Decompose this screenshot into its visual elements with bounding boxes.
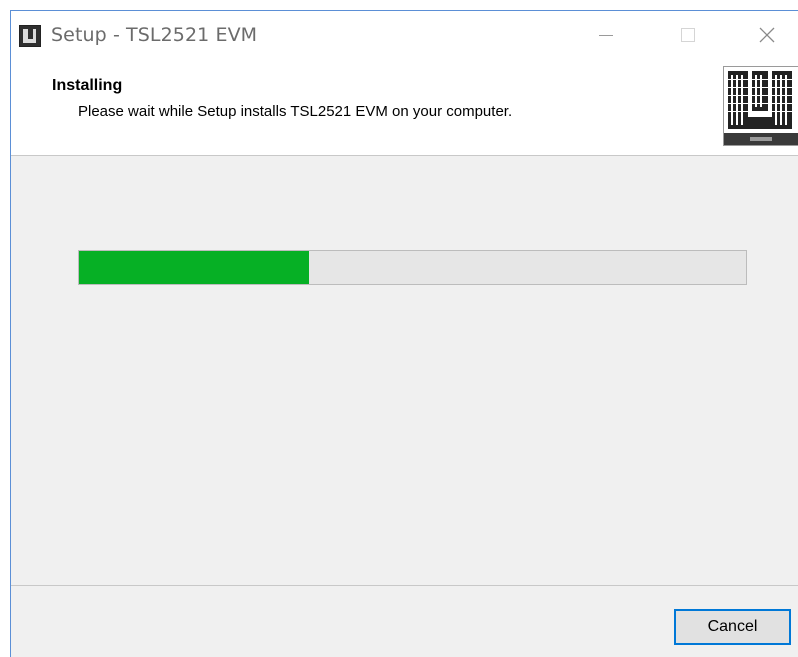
title-bar[interactable]: Setup - TSL2521 EVM (11, 11, 798, 59)
window-title: Setup - TSL2521 EVM (51, 24, 258, 46)
minimize-button[interactable] (583, 11, 629, 59)
maximize-icon (681, 28, 695, 42)
cancel-button[interactable]: Cancel (674, 609, 791, 645)
progress-fill (79, 251, 310, 284)
maximize-button[interactable] (665, 11, 711, 59)
setup-window: Setup - TSL2521 EVM Installing Please wa… (10, 10, 798, 657)
close-button[interactable] (744, 11, 790, 59)
minimize-icon (599, 34, 613, 36)
setup-logo-icon (19, 25, 41, 47)
wizard-logo-icon (723, 66, 798, 146)
page-subtitle: Please wait while Setup installs TSL2521… (78, 103, 513, 120)
close-icon (759, 27, 775, 43)
footer-divider (11, 585, 798, 586)
page-title: Installing (52, 77, 123, 94)
install-progress-bar (78, 250, 747, 285)
wizard-header: Installing Please wait while Setup insta… (11, 59, 798, 156)
